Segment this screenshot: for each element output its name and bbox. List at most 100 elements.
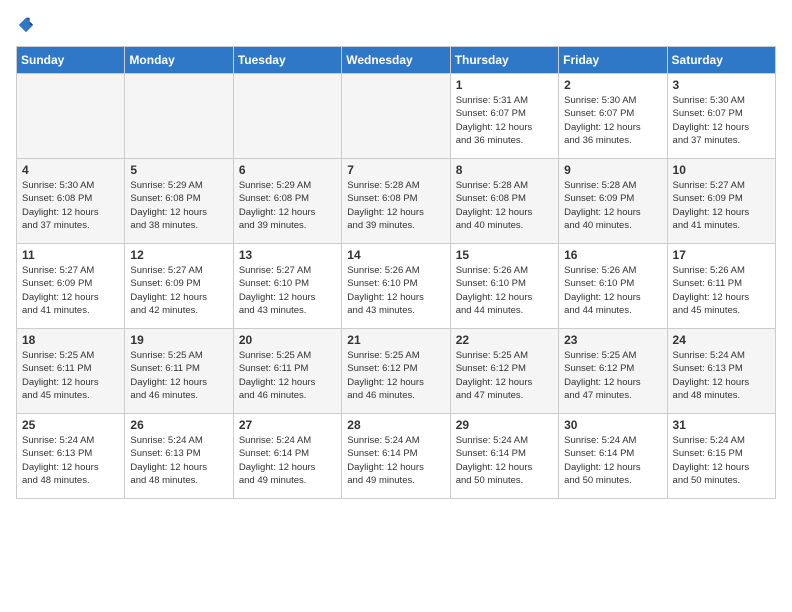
- calendar-day-cell: 18 Sunrise: 5:25 AM Sunset: 6:11 PM Dayli…: [17, 329, 125, 414]
- day-info: Sunrise: 5:25 AM Sunset: 6:12 PM Dayligh…: [347, 349, 444, 402]
- logo-icon: [17, 16, 35, 34]
- day-number: 17: [673, 248, 770, 262]
- calendar-day-cell: 25Sunrise: 5:24 AM Sunset: 6:13 PM Dayli…: [17, 414, 125, 499]
- day-of-week-header: Friday: [559, 47, 667, 74]
- day-number: 27: [239, 418, 336, 432]
- calendar-day-cell: 31Sunrise: 5:24 AM Sunset: 6:15 PM Dayli…: [667, 414, 775, 499]
- day-info: Sunrise: 5:25 AM Sunset: 6:12 PM Dayligh…: [456, 349, 553, 402]
- day-number: 30: [564, 418, 661, 432]
- day-number: 15: [456, 248, 553, 262]
- day-info: Sunrise: 5:26 AM Sunset: 6:10 PM Dayligh…: [456, 264, 553, 317]
- day-info: Sunrise: 5:26 AM Sunset: 6:10 PM Dayligh…: [564, 264, 661, 317]
- day-number: 9: [564, 163, 661, 177]
- day-info: Sunrise: 5:25 AM Sunset: 6:12 PM Dayligh…: [564, 349, 661, 402]
- calendar-day-cell: 30 Sunrise: 5:24 AM Sunset: 6:14 PM Dayli…: [559, 414, 667, 499]
- day-number: 20: [239, 333, 336, 347]
- calendar-week-row: 25Sunrise: 5:24 AM Sunset: 6:13 PM Dayli…: [17, 414, 776, 499]
- day-number: 2: [564, 78, 661, 92]
- day-number: 4: [22, 163, 119, 177]
- day-number: 8: [456, 163, 553, 177]
- day-info: Sunrise: 5:29 AM Sunset: 6:08 PM Dayligh…: [239, 179, 336, 232]
- calendar-day-cell: 14 Sunrise: 5:26 AM Sunset: 6:10 PM Dayli…: [342, 244, 450, 329]
- day-info: Sunrise: 5:28 AM Sunset: 6:09 PM Dayligh…: [564, 179, 661, 232]
- calendar-day-cell: 4 Sunrise: 5:30 AM Sunset: 6:08 PM Daylig…: [17, 159, 125, 244]
- day-number: 19: [130, 333, 227, 347]
- day-info: Sunrise: 5:27 AM Sunset: 6:09 PM Dayligh…: [22, 264, 119, 317]
- day-info: Sunrise: 5:24 AM Sunset: 6:14 PM Dayligh…: [239, 434, 336, 487]
- calendar-day-cell: 21 Sunrise: 5:25 AM Sunset: 6:12 PM Dayli…: [342, 329, 450, 414]
- calendar-header-row: SundayMondayTuesdayWednesdayThursdayFrid…: [17, 47, 776, 74]
- day-info: Sunrise: 5:24 AM Sunset: 6:14 PM Dayligh…: [347, 434, 444, 487]
- page-header: [16, 16, 776, 34]
- day-number: 3: [673, 78, 770, 92]
- calendar-day-cell: 16 Sunrise: 5:26 AM Sunset: 6:10 PM Dayli…: [559, 244, 667, 329]
- day-of-week-header: Thursday: [450, 47, 558, 74]
- day-number: 14: [347, 248, 444, 262]
- calendar-day-cell: 2 Sunrise: 5:30 AM Sunset: 6:07 PM Daylig…: [559, 74, 667, 159]
- day-info: Sunrise: 5:27 AM Sunset: 6:09 PM Dayligh…: [673, 179, 770, 232]
- calendar-day-cell: 10 Sunrise: 5:27 AM Sunset: 6:09 PM Dayli…: [667, 159, 775, 244]
- calendar-day-cell: 27 Sunrise: 5:24 AM Sunset: 6:14 PM Dayli…: [233, 414, 341, 499]
- calendar-day-cell: 5Sunrise: 5:29 AM Sunset: 6:08 PM Daylig…: [125, 159, 233, 244]
- calendar-day-cell: 28 Sunrise: 5:24 AM Sunset: 6:14 PM Dayli…: [342, 414, 450, 499]
- day-number: 7: [347, 163, 444, 177]
- calendar-day-cell: 17 Sunrise: 5:26 AM Sunset: 6:11 PM Dayli…: [667, 244, 775, 329]
- calendar-day-cell: 1Sunrise: 5:31 AM Sunset: 6:07 PM Daylig…: [450, 74, 558, 159]
- day-number: 16: [564, 248, 661, 262]
- day-number: 29: [456, 418, 553, 432]
- day-info: Sunrise: 5:25 AM Sunset: 6:11 PM Dayligh…: [239, 349, 336, 402]
- calendar-day-cell: 19 Sunrise: 5:25 AM Sunset: 6:11 PM Dayli…: [125, 329, 233, 414]
- day-info: Sunrise: 5:30 AM Sunset: 6:07 PM Dayligh…: [673, 94, 770, 147]
- day-info: Sunrise: 5:25 AM Sunset: 6:11 PM Dayligh…: [130, 349, 227, 402]
- day-info: Sunrise: 5:24 AM Sunset: 6:13 PM Dayligh…: [673, 349, 770, 402]
- day-number: 11: [22, 248, 119, 262]
- day-of-week-header: Monday: [125, 47, 233, 74]
- day-number: 13: [239, 248, 336, 262]
- day-info: Sunrise: 5:24 AM Sunset: 6:13 PM Dayligh…: [22, 434, 119, 487]
- day-of-week-header: Tuesday: [233, 47, 341, 74]
- calendar-day-cell: 13 Sunrise: 5:27 AM Sunset: 6:10 PM Dayli…: [233, 244, 341, 329]
- calendar-day-cell: 15 Sunrise: 5:26 AM Sunset: 6:10 PM Dayli…: [450, 244, 558, 329]
- calendar-week-row: 1Sunrise: 5:31 AM Sunset: 6:07 PM Daylig…: [17, 74, 776, 159]
- calendar-day-cell: 8 Sunrise: 5:28 AM Sunset: 6:08 PM Daylig…: [450, 159, 558, 244]
- calendar-day-cell: 24 Sunrise: 5:24 AM Sunset: 6:13 PM Dayli…: [667, 329, 775, 414]
- calendar-table: SundayMondayTuesdayWednesdayThursdayFrid…: [16, 46, 776, 499]
- calendar-day-cell: 3 Sunrise: 5:30 AM Sunset: 6:07 PM Daylig…: [667, 74, 775, 159]
- calendar-day-cell: 26 Sunrise: 5:24 AM Sunset: 6:13 PM Dayli…: [125, 414, 233, 499]
- calendar-day-cell: [233, 74, 341, 159]
- day-info: Sunrise: 5:25 AM Sunset: 6:11 PM Dayligh…: [22, 349, 119, 402]
- calendar-day-cell: 11 Sunrise: 5:27 AM Sunset: 6:09 PM Dayli…: [17, 244, 125, 329]
- day-info: Sunrise: 5:26 AM Sunset: 6:10 PM Dayligh…: [347, 264, 444, 317]
- calendar-day-cell: 7Sunrise: 5:28 AM Sunset: 6:08 PM Daylig…: [342, 159, 450, 244]
- calendar-day-cell: [17, 74, 125, 159]
- day-info: Sunrise: 5:30 AM Sunset: 6:08 PM Dayligh…: [22, 179, 119, 232]
- day-of-week-header: Wednesday: [342, 47, 450, 74]
- day-number: 28: [347, 418, 444, 432]
- day-info: Sunrise: 5:30 AM Sunset: 6:07 PM Dayligh…: [564, 94, 661, 147]
- day-number: 22: [456, 333, 553, 347]
- calendar-day-cell: 12Sunrise: 5:27 AM Sunset: 6:09 PM Dayli…: [125, 244, 233, 329]
- day-of-week-header: Sunday: [17, 47, 125, 74]
- calendar-day-cell: 9 Sunrise: 5:28 AM Sunset: 6:09 PM Daylig…: [559, 159, 667, 244]
- calendar-day-cell: 22 Sunrise: 5:25 AM Sunset: 6:12 PM Dayli…: [450, 329, 558, 414]
- day-of-week-header: Saturday: [667, 47, 775, 74]
- day-number: 24: [673, 333, 770, 347]
- day-number: 18: [22, 333, 119, 347]
- day-info: Sunrise: 5:24 AM Sunset: 6:14 PM Dayligh…: [564, 434, 661, 487]
- calendar-week-row: 4 Sunrise: 5:30 AM Sunset: 6:08 PM Daylig…: [17, 159, 776, 244]
- calendar-day-cell: 20 Sunrise: 5:25 AM Sunset: 6:11 PM Dayli…: [233, 329, 341, 414]
- day-info: Sunrise: 5:24 AM Sunset: 6:14 PM Dayligh…: [456, 434, 553, 487]
- day-info: Sunrise: 5:26 AM Sunset: 6:11 PM Dayligh…: [673, 264, 770, 317]
- day-number: 26: [130, 418, 227, 432]
- calendar-day-cell: 23Sunrise: 5:25 AM Sunset: 6:12 PM Dayli…: [559, 329, 667, 414]
- day-number: 31: [673, 418, 770, 432]
- calendar-week-row: 18 Sunrise: 5:25 AM Sunset: 6:11 PM Dayli…: [17, 329, 776, 414]
- day-number: 21: [347, 333, 444, 347]
- day-info: Sunrise: 5:27 AM Sunset: 6:09 PM Dayligh…: [130, 264, 227, 317]
- day-info: Sunrise: 5:28 AM Sunset: 6:08 PM Dayligh…: [456, 179, 553, 232]
- day-info: Sunrise: 5:27 AM Sunset: 6:10 PM Dayligh…: [239, 264, 336, 317]
- day-number: 10: [673, 163, 770, 177]
- day-number: 5: [130, 163, 227, 177]
- calendar-day-cell: [342, 74, 450, 159]
- day-info: Sunrise: 5:24 AM Sunset: 6:13 PM Dayligh…: [130, 434, 227, 487]
